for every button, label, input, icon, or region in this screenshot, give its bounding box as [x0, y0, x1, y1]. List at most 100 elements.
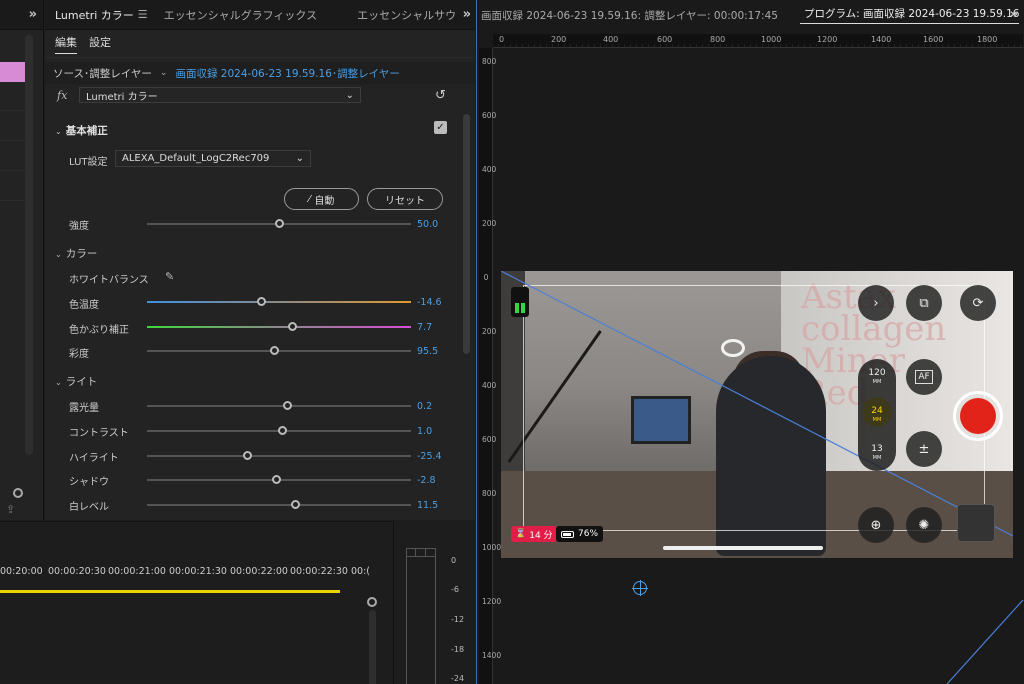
ruler-label: 1000: [482, 543, 502, 552]
tab-lumetri-color[interactable]: Lumetri カラー: [45, 7, 144, 23]
anchor-point-icon[interactable]: [632, 580, 648, 596]
timeline-zoom-knob[interactable]: [367, 597, 377, 607]
ruler-label: 400: [482, 165, 497, 174]
subtab-settings[interactable]: 設定: [89, 34, 111, 53]
af-icon: AF: [915, 370, 933, 384]
intensity-thumb[interactable]: [275, 219, 284, 228]
timeline-ruler[interactable]: 00:20:00 00:00:20:30 00:00:21:00 00:00:2…: [0, 566, 370, 580]
meter-peak: [406, 548, 436, 557]
lumetri-scrollbar[interactable]: [463, 114, 470, 354]
exposure-value[interactable]: 0.2: [417, 401, 432, 412]
fx-toggle[interactable]: fx: [57, 89, 79, 102]
effect-dropdown-value: Lumetri カラー: [86, 91, 158, 103]
tab-source-monitor[interactable]: 画面収録 2024-06-23 19.59.16: 調整レイヤー: 00:00:…: [477, 8, 778, 23]
panel-overflow-icon[interactable]: »: [463, 7, 471, 22]
contrast-slider[interactable]: [147, 426, 411, 435]
horizontal-ruler: 0 200 400 600 800 1000 1200 1400 1600 18…: [493, 34, 1023, 48]
intensity-label: 強度: [69, 221, 89, 232]
monitor-canvas[interactable]: 0 200 400 600 800 1000 1200 1400 1600 18…: [477, 30, 1024, 684]
whites-thumb[interactable]: [290, 500, 300, 509]
white-balance-label: ホワイトバランス: [69, 275, 149, 286]
panel-menu-icon[interactable]: ☰: [138, 8, 148, 21]
tint-value[interactable]: 7.7: [417, 322, 432, 333]
section-light[interactable]: ⌄ ライト: [55, 374, 97, 389]
eyedropper-icon[interactable]: ✎: [165, 270, 174, 283]
copy-frame-icon[interactable]: ⧉: [906, 285, 942, 321]
project-panel-sliver: » ⇪: [0, 0, 44, 520]
whites-slider[interactable]: [147, 500, 411, 509]
exposure-slider[interactable]: [147, 401, 411, 410]
intensity-value[interactable]: 50.0: [417, 219, 438, 230]
exposure-thumb[interactable]: [282, 401, 292, 410]
share-icon[interactable]: ⇪: [6, 503, 15, 516]
zoom-magnifier-icon[interactable]: ⊕: [858, 507, 894, 543]
contrast-thumb[interactable]: [277, 426, 287, 435]
panel-overflow-icon[interactable]: »: [1010, 7, 1018, 22]
project-scrollbar[interactable]: [25, 35, 33, 455]
auto-button[interactable]: ⁄ 自動: [284, 188, 359, 210]
meter-scale-label: -12: [451, 615, 465, 624]
effect-dropdown[interactable]: Lumetri カラー ⌄: [79, 87, 361, 103]
mask-path-line[interactable]: [947, 600, 1024, 684]
audio-meter: 0 -6 -12 -18 -24: [393, 521, 475, 684]
tab-program-monitor[interactable]: プログラム: 画面収録 2024-06-23 19.59.16: [799, 6, 1020, 24]
zoom-option-120[interactable]: 120 MM: [858, 369, 896, 387]
exposure-lock-icon[interactable]: ±: [906, 431, 942, 467]
shadows-value[interactable]: -2.8: [417, 475, 436, 486]
reset-button[interactable]: リセット: [367, 188, 443, 210]
af-button[interactable]: AF: [906, 359, 942, 395]
sequence-link[interactable]: 画面収録 2024-06-23 19.59.16･調整レイヤー: [175, 66, 399, 81]
reset-effect-icon[interactable]: ↺: [435, 88, 446, 103]
ruler-label: 400: [482, 381, 497, 390]
zoom-selector[interactable]: 120 MM 24 MM 13 MM: [858, 359, 896, 471]
ruler-label: 1600: [923, 35, 944, 44]
panel-overflow-icon[interactable]: »: [29, 7, 37, 22]
shadows-slider[interactable]: [147, 475, 411, 484]
work-area-bar[interactable]: [0, 590, 340, 593]
tab-essential-sound[interactable]: エッセンシャルサウ: [347, 7, 466, 23]
flash-light-icon[interactable]: ✺: [906, 507, 942, 543]
lut-dropdown[interactable]: ALEXA_Default_LogC2Rec709 ⌄: [115, 150, 311, 167]
whites-value[interactable]: 11.5: [417, 500, 438, 511]
magic-wand-icon: ⁄: [308, 193, 311, 205]
zoom-option-13[interactable]: 13 MM: [858, 445, 896, 463]
ruler-label: 1000: [761, 35, 782, 44]
contrast-value[interactable]: 1.0: [417, 426, 432, 437]
tint-slider[interactable]: [147, 322, 411, 331]
section-color[interactable]: ⌄ カラー: [55, 246, 97, 261]
chevron-down-icon: ⌄: [55, 127, 62, 136]
meter-scale-label: 0: [451, 556, 457, 565]
highlights-slider[interactable]: [147, 451, 411, 460]
timeline-scrollbar[interactable]: [369, 610, 376, 684]
subtab-edit[interactable]: 編集: [55, 34, 77, 54]
temperature-value[interactable]: -14.6: [417, 297, 442, 308]
saturation-value[interactable]: 95.5: [417, 346, 438, 357]
video-frame[interactable]: Astax collagen Miner Red › ⧉ ⟳ 120 MM 24 M…: [501, 271, 1013, 558]
effect-row: fx Lumetri カラー ⌄ ↺: [45, 84, 475, 106]
saturation-slider[interactable]: [147, 346, 411, 355]
clip-thumbnail[interactable]: [0, 62, 25, 82]
timecode: 00:00:22:00: [230, 566, 288, 577]
chevron-down-icon[interactable]: ⌄: [160, 68, 168, 78]
ruler-label: 600: [657, 35, 673, 44]
timecode: 00:20:00: [0, 566, 43, 577]
basic-correction-checkbox[interactable]: ✓: [434, 121, 447, 134]
zoom-option-24[interactable]: 24 MM: [858, 407, 896, 425]
record-button[interactable]: [953, 391, 1003, 441]
tab-essential-graphics[interactable]: エッセンシャルグラフィックス: [154, 7, 327, 23]
intensity-slider[interactable]: [147, 219, 411, 228]
section-basic-correction[interactable]: ⌄ 基本補正: [55, 123, 108, 138]
temperature-slider[interactable]: [147, 297, 411, 306]
shadows-label: シャドウ: [69, 477, 109, 488]
ruler-label: 1200: [817, 35, 838, 44]
highlights-value[interactable]: -25.4: [417, 451, 442, 462]
zoom-slider-knob[interactable]: [13, 488, 23, 498]
saturation-thumb[interactable]: [269, 346, 279, 355]
chevron-right-icon[interactable]: ›: [858, 285, 894, 321]
source-label[interactable]: ソース･調整レイヤー: [53, 66, 152, 81]
flip-camera-icon[interactable]: ⟳: [960, 285, 996, 321]
gallery-thumbnail[interactable]: [957, 504, 995, 542]
ruler-label: 200: [482, 219, 497, 228]
temperature-thumb[interactable]: [256, 297, 266, 306]
meter-scale-label: -24: [451, 674, 465, 683]
